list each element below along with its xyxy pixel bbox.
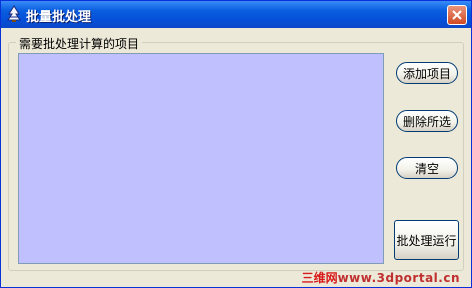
title-bar[interactable]: 批量批处理 [1, 1, 471, 28]
watermark: 三维网www.3dportal.cn [302, 269, 460, 286]
project-list[interactable] [18, 53, 384, 264]
groupbox-label: 需要批处理计算的项目 [16, 35, 143, 52]
watermark-url: www.3dportal.cn [337, 271, 460, 285]
window-title: 批量批处理 [26, 10, 92, 25]
tree-app-icon [7, 5, 21, 22]
run-batch-button[interactable]: 批处理运行 [394, 220, 459, 260]
close-icon [452, 10, 462, 20]
watermark-brand: 三维网 [301, 271, 338, 285]
delete-selected-button[interactable]: 删除所选 [396, 110, 458, 132]
close-button[interactable] [447, 5, 467, 25]
clear-button[interactable]: 清空 [396, 157, 458, 179]
add-item-button[interactable]: 添加项目 [396, 62, 458, 84]
